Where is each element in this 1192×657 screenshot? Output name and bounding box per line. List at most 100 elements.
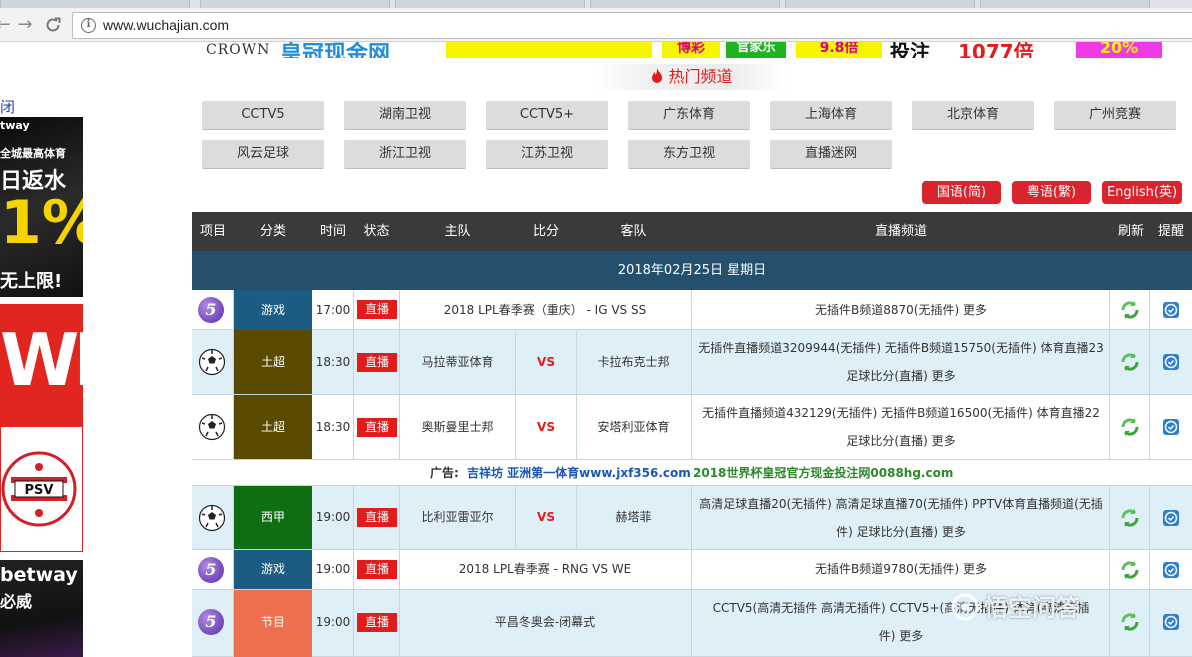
left-ad-psv-crest[interactable]: PSV (0, 426, 83, 552)
category-badge: 游戏 (234, 290, 312, 330)
browser-tab[interactable] (980, 0, 1150, 8)
browser-tab[interactable] (395, 0, 585, 8)
wb-logo-text: WB (0, 318, 128, 402)
refresh-icon[interactable] (1119, 559, 1141, 581)
match-time: 19:00 (315, 510, 351, 524)
refresh-icon[interactable] (1119, 351, 1141, 373)
channel-button[interactable]: 上海体育 (770, 101, 892, 129)
browser-tab[interactable] (785, 0, 975, 8)
reminder-icon[interactable] (1162, 353, 1180, 371)
channel-links[interactable]: 无插件直播频道3209944(无插件) 无插件B频道15750(无插件) 体育直… (692, 334, 1110, 362)
live-badge[interactable]: 直播 (357, 613, 397, 632)
top-banner-ad[interactable]: CROWN 皇冠现金网 博彩 官家乐 9.8倍 投注 1077倍 20% (200, 42, 1162, 58)
channel-links[interactable]: 无插件B频道9780(无插件) 更多 (692, 555, 1110, 583)
match-time: 17:00 (315, 303, 351, 317)
channel-button[interactable]: 北京体育 (912, 101, 1034, 129)
channel-links[interactable]: 足球比分(直播) 更多 (692, 427, 1110, 455)
lang-button-english[interactable]: English(英) (1102, 181, 1182, 204)
channel-button[interactable]: 浙江卫视 (344, 140, 466, 168)
ad-link[interactable]: 2018世界杯皇冠官方现金投注网0088hg.com (693, 460, 953, 486)
live-badge[interactable]: 直播 (357, 508, 397, 527)
left-ad-wb-logo[interactable]: WB (0, 304, 128, 426)
col-header: 提醒 (1157, 224, 1184, 239)
banner-tag: 9.8倍 (796, 42, 882, 58)
channel-links[interactable]: 无插件B频道8870(无插件) 更多 (692, 296, 1110, 324)
info-icon[interactable]: i (81, 18, 96, 33)
refresh-icon[interactable] (1119, 299, 1141, 321)
watermark-text: 悟空问答 (984, 594, 1080, 622)
live-badge[interactable]: 直播 (357, 300, 397, 319)
esports-icon: 5 (198, 557, 224, 583)
home-team: 奥斯曼里士邦 (421, 420, 494, 434)
event-title: 2018 LPL春季赛 - RNG VS WE (458, 562, 632, 576)
away-team: 卡拉布克士邦 (597, 355, 670, 369)
col-header: 比分 (532, 224, 559, 239)
lang-button-simplified[interactable]: 国语(简) (922, 181, 1001, 204)
col-header: 项目 (199, 224, 226, 239)
wukong-logo-icon (951, 593, 979, 621)
browser-tab[interactable] (200, 0, 390, 8)
channel-links[interactable]: 高清足球直播20(无插件) 高清足球直播70(无插件) PPTV体育直播频道(无… (692, 490, 1110, 518)
ad-text: 必威 (0, 592, 33, 611)
banner-tag: 1077倍 (958, 42, 1034, 58)
away-team: 安塔利亚体育 (597, 420, 670, 434)
banner-tag: 官家乐 (726, 42, 786, 58)
table-row: 5 游戏 17:00 直播 2018 LPL春季赛（重庆） - IG VS SS… (192, 290, 1192, 330)
category-badge: 土超 (234, 395, 312, 459)
back-icon[interactable]: ← (0, 14, 14, 36)
browser-tab[interactable] (0, 0, 190, 8)
ad-text: 无上限! (0, 271, 63, 292)
table-row: 土超 18:30 直播 马拉蒂亚体育 VS 卡拉布克士邦 无插件直播频道3209… (192, 330, 1192, 395)
banner-tag: 20% (1076, 42, 1162, 58)
address-bar[interactable]: i www.wuchajian.com (72, 12, 1192, 39)
football-icon (198, 504, 226, 532)
channel-button[interactable]: 东方卫视 (628, 140, 750, 168)
reload-icon[interactable] (42, 14, 64, 36)
channel-links[interactable]: 无插件直播频道432129(无插件) 无插件B频道16500(无插件) 体育直播… (692, 399, 1110, 427)
reminder-icon[interactable] (1162, 418, 1180, 436)
channel-button[interactable]: CCTV5 (202, 101, 324, 129)
ad-text: 1% (0, 188, 83, 258)
close-ad-link[interactable]: 闭 (0, 96, 15, 117)
table-ad-row: 广告: 吉祥坊 亚洲第一体育www.jxf356.com 2018世界杯皇冠官方… (192, 460, 1192, 486)
table-row: 5 游戏 19:00 直播 2018 LPL春季赛 - RNG VS WE 无插… (192, 550, 1192, 590)
channel-button[interactable]: 湖南卫视 (344, 101, 466, 129)
ad-link[interactable]: 吉祥坊 亚洲第一体育www.jxf356.com (467, 460, 691, 486)
left-ad-betway-rebate[interactable]: tway 全城最高体育 日返水 1% 无上限! (0, 117, 83, 297)
reminder-icon[interactable] (1162, 301, 1180, 319)
channel-button[interactable]: 广州竞赛 (1054, 101, 1176, 129)
ad-label: 广告: (430, 466, 459, 480)
channel-button[interactable]: 江苏卫视 (486, 140, 608, 168)
lang-button-cantonese[interactable]: 粤语(繁) (1012, 181, 1091, 204)
watermark: 悟空问答 (950, 588, 1180, 624)
home-team: 马拉蒂亚体育 (421, 355, 494, 369)
channel-button[interactable]: 直播迷网 (770, 140, 892, 168)
match-time: 19:00 (315, 615, 351, 629)
category-badge: 土超 (234, 330, 312, 394)
table-row: 土超 18:30 直播 奥斯曼里士邦 VS 安塔利亚体育 无插件直播频道4321… (192, 395, 1192, 460)
live-badge[interactable]: 直播 (357, 560, 397, 579)
browser-tab[interactable] (590, 0, 780, 8)
esports-icon: 5 (198, 609, 224, 635)
channel-links[interactable]: 足球比分(直播) 更多 (692, 362, 1110, 390)
live-badge[interactable]: 直播 (357, 418, 397, 437)
channel-button[interactable]: CCTV5+ (486, 101, 608, 129)
hot-channels-label: 热门频道 (668, 67, 733, 86)
hot-channels-title: 热门频道 (596, 64, 786, 90)
channel-button[interactable]: 广东体育 (628, 101, 750, 129)
live-badge[interactable]: 直播 (357, 353, 397, 372)
channel-links[interactable]: 件) 更多 (692, 622, 1110, 650)
vs-label: VS (537, 510, 555, 524)
match-time: 18:30 (315, 420, 351, 434)
reminder-icon[interactable] (1162, 561, 1180, 579)
browser-toolbar: ← → i www.wuchajian.com (0, 8, 1192, 42)
channel-button[interactable]: 风云足球 (202, 140, 324, 168)
reminder-icon[interactable] (1162, 509, 1180, 527)
forward-icon[interactable]: → (14, 14, 36, 36)
match-time: 19:00 (315, 562, 351, 576)
channel-links[interactable]: 件) 足球比分(直播) 更多 (692, 518, 1110, 546)
page-content: CROWN 皇冠现金网 博彩 官家乐 9.8倍 投注 1077倍 20% 热门频… (0, 42, 1192, 657)
refresh-icon[interactable] (1119, 507, 1141, 529)
left-ad-betway[interactable]: betway 必威 (0, 560, 83, 657)
refresh-icon[interactable] (1119, 416, 1141, 438)
